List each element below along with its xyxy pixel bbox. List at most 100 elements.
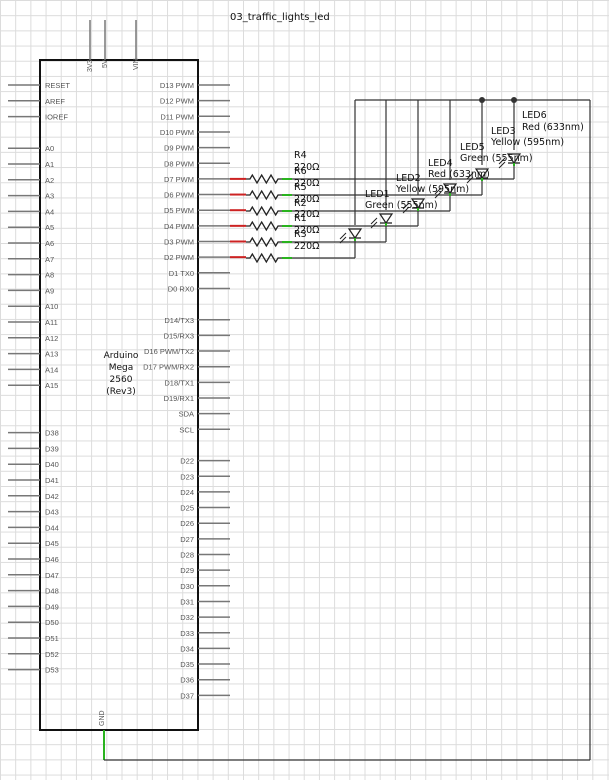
pin-d42-label: D42 (45, 492, 59, 501)
pin-d18-tx1-label: D18/TX1 (164, 378, 194, 387)
pin-d3-pwm-label: D3 PWM (164, 238, 194, 247)
pin-d40-label: D40 (45, 460, 59, 469)
led2-diode-body (378, 213, 394, 225)
led2-name-label: LED2 (396, 173, 421, 184)
pin-d29-label: D29 (180, 566, 194, 575)
pin-d16-pwm-tx2-label: D16 PWM/TX2 (144, 347, 194, 356)
pin-d1-tx0-label: D1 TX0 (169, 269, 194, 278)
led6-color-label: Red (633nm) (522, 122, 584, 133)
r4-resistor[interactable] (246, 173, 282, 185)
pin-d9-pwm-label: D9 PWM (164, 144, 194, 153)
r3-value-label: 220Ω (294, 241, 319, 252)
pin-d23-label: D23 (180, 472, 194, 481)
pin-vin-label: VIN (133, 58, 140, 70)
pin-d32-label: D32 (180, 613, 194, 622)
pin-a5-label: A5 (45, 223, 54, 232)
pin-d36-label: D36 (180, 676, 194, 685)
pin-d10-pwm-label: D10 PWM (160, 128, 194, 137)
pin-reset-label: RESET (45, 81, 70, 90)
pin-d15-rx3-label: D15/RX3 (164, 331, 194, 340)
pin-a0-label: A0 (45, 144, 54, 153)
pin-sda-label: SDA (179, 410, 194, 419)
pin-d5-pwm-label: D5 PWM (164, 206, 194, 215)
pin-d50-label: D50 (45, 618, 59, 627)
led3-name-label: LED3 (491, 126, 516, 137)
led1-color-label: Green (555nm) (365, 200, 438, 211)
pin-a7-label: A7 (45, 255, 54, 264)
pin-a8-label: A8 (45, 271, 54, 280)
pin-d24-label: D24 (180, 488, 194, 497)
pin-3v3-label: 3V3 (87, 59, 94, 72)
pin-a13-label: A13 (45, 350, 58, 359)
led5-color-label: Green (555nm) (460, 153, 533, 164)
pin-d19-rx1-label: D19/RX1 (164, 394, 194, 403)
pin-d14-tx3-label: D14/TX3 (164, 316, 194, 325)
board-name-line-2: Mega (109, 363, 134, 373)
pin-d46-label: D46 (45, 555, 59, 564)
pin-d17-pwm-rx2-label: D17 PWM/RX2 (143, 363, 194, 372)
board-name-line-4: (Rev3) (106, 387, 135, 397)
r1-resistor[interactable] (246, 236, 282, 248)
pin-d44-label: D44 (45, 523, 59, 532)
pin-a6-label: A6 (45, 239, 54, 248)
pin-d6-pwm-label: D6 PWM (164, 191, 194, 200)
pin-a1-label: A1 (45, 160, 54, 169)
r2-resistor[interactable] (246, 220, 282, 232)
r3-name-label: R3 (294, 229, 307, 240)
pin-a10-label: A10 (45, 302, 58, 311)
pin-scl-label: SCL (179, 425, 194, 434)
right-pin-group: D13 PWM D12 PWM D11 PWM D10 PWM D9 PWM D8 PWM… (143, 81, 246, 700)
led1-name-label: LED1 (365, 189, 390, 200)
pin-d35-label: D35 (180, 660, 194, 669)
r5-resistor[interactable] (246, 205, 282, 217)
junction-dot (479, 97, 485, 103)
led2-color-label: Yellow (595nm) (395, 184, 469, 195)
led1-symbol[interactable] (339, 228, 363, 244)
pin-d41-label: D41 (45, 476, 59, 485)
pin-d37-label: D37 (180, 691, 194, 700)
pin-a14-label: A14 (45, 365, 58, 374)
board-name-line-1: Arduino (104, 351, 139, 361)
pin-d22-label: D22 (180, 457, 194, 466)
pin-d51-label: D51 (45, 634, 59, 643)
pin-d2-pwm-label: D2 PWM (164, 253, 194, 262)
pin-d8-pwm-label: D8 PWM (164, 159, 194, 168)
pin-a4-label: A4 (45, 207, 54, 216)
pin-a2-label: A2 (45, 176, 54, 185)
pin-d7-pwm-label: D7 PWM (164, 175, 194, 184)
pin-d48-label: D48 (45, 587, 59, 596)
led3-color-label: Yellow (595nm) (490, 137, 564, 148)
pin-a11-label: A11 (45, 318, 58, 327)
pin-d28-label: D28 (180, 551, 194, 560)
r6-resistor[interactable] (246, 189, 282, 201)
resistor-group (246, 173, 292, 264)
r6-name-label: R6 (294, 166, 307, 177)
pin-a9-label: A9 (45, 286, 54, 295)
pin-d31-label: D31 (180, 597, 194, 606)
pin-ioref-label: IOREF (45, 113, 68, 122)
led5-name-label: LED5 (460, 142, 485, 153)
pin-d26-label: D26 (180, 519, 194, 528)
pin-d49-label: D49 (45, 602, 59, 611)
pin-d27-label: D27 (180, 535, 194, 544)
r2-name-label: R2 (294, 198, 307, 209)
led4-color-label: Red (633nm) (428, 169, 490, 180)
pin-d52-label: D52 (45, 650, 59, 659)
r4-name-label: R4 (294, 150, 307, 161)
pin-d53-label: D53 (45, 666, 59, 675)
pin-a12-label: A12 (45, 334, 58, 343)
pin-d45-label: D45 (45, 539, 59, 548)
pin-d39-label: D39 (45, 444, 59, 453)
pin-5v-label: 5V (102, 59, 109, 68)
pin-d11-pwm-label: D11 PWM (160, 112, 194, 121)
led4-name-label: LED4 (428, 158, 453, 169)
pin-gnd-label: GND (99, 710, 106, 726)
pin-a3-label: A3 (45, 192, 54, 201)
r5-name-label: R5 (294, 182, 307, 193)
pin-d0-rx0-label: D0 RX0 (168, 284, 194, 293)
led1-diode-body (347, 228, 363, 240)
pin-d4-pwm-label: D4 PWM (164, 222, 194, 231)
r3-resistor[interactable] (246, 252, 282, 264)
pin-d33-label: D33 (180, 629, 194, 638)
schematic-canvas: 03_traffic_lights_led Arduino Mega 2560 … (8, 12, 591, 761)
